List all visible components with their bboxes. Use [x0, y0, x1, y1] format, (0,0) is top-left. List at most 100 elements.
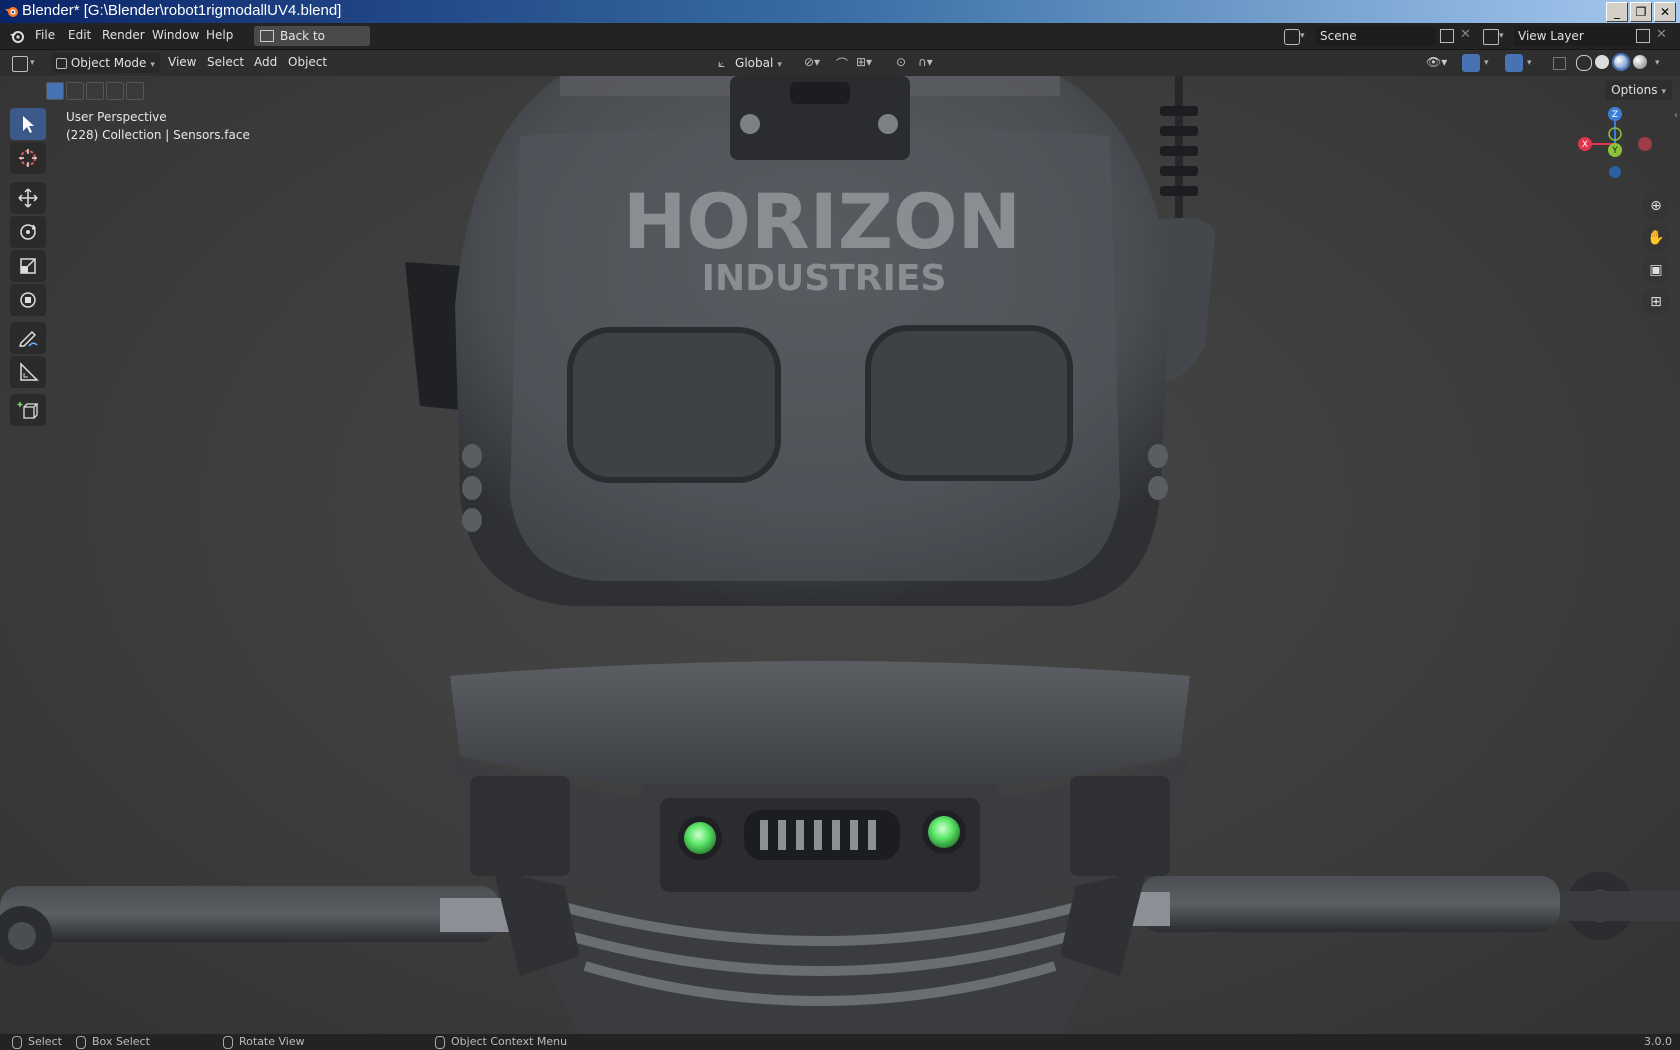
- chevron-down-icon: ▾: [777, 60, 782, 70]
- overlay-toggle-icon[interactable]: [1505, 54, 1523, 72]
- select-invert-icon[interactable]: [106, 82, 124, 100]
- orientation-icon: ⟀: [718, 56, 726, 70]
- back-to-previous-button[interactable]: Back to Previous: [254, 26, 370, 63]
- top-menu-bar: File Edit Render Window Help Back to Pre…: [0, 23, 1680, 63]
- scene-icon[interactable]: [1284, 29, 1300, 45]
- mouse-middle-icon: [223, 1035, 233, 1049]
- chevron-down-icon[interactable]: ▾: [1655, 58, 1660, 68]
- transform-icon: [20, 292, 36, 308]
- falloff-icon[interactable]: ∩▾: [918, 55, 933, 69]
- svg-text:Z: Z: [1612, 110, 1618, 120]
- object-mode-icon: [56, 58, 67, 69]
- viewport-collection-info: (228) Collection | Sensors.face: [66, 128, 250, 142]
- view-layer-field[interactable]: View Layer: [1514, 26, 1638, 46]
- selection-mode-group: [46, 82, 144, 100]
- new-view-layer-icon[interactable]: [1636, 29, 1650, 43]
- menu-edit[interactable]: Edit: [68, 28, 91, 42]
- zoom-icon[interactable]: ⊕: [1642, 192, 1670, 220]
- camera-icon[interactable]: ▣: [1642, 256, 1670, 284]
- measure-tool[interactable]: [10, 356, 46, 388]
- chevron-down-icon: ▾: [150, 60, 155, 70]
- menu-window[interactable]: Window: [152, 28, 199, 42]
- window-title: Blender* [G:\Blender\robot1rigmodallUV4.…: [22, 2, 342, 19]
- menu-render[interactable]: Render: [102, 28, 145, 42]
- move-tool[interactable]: [10, 182, 46, 214]
- maximize-button[interactable]: ❐: [1630, 2, 1652, 22]
- ruler-icon: [20, 362, 39, 381]
- crosshair-icon: [19, 149, 37, 167]
- status-rotate-view: Rotate View: [223, 1035, 305, 1049]
- transform-tool[interactable]: [10, 284, 46, 316]
- new-scene-icon[interactable]: [1440, 29, 1454, 43]
- wireframe-shading-icon[interactable]: [1576, 55, 1592, 71]
- options-dropdown[interactable]: Options ▾: [1605, 80, 1672, 100]
- mouse-drag-icon: [76, 1035, 86, 1049]
- gizmo-toggle-icon[interactable]: [1462, 54, 1480, 72]
- move-arrows-icon: [18, 188, 38, 208]
- select-new-icon[interactable]: [46, 82, 64, 100]
- snap-target-icon[interactable]: ⊞▾: [856, 55, 872, 69]
- minimize-button[interactable]: _: [1606, 2, 1628, 22]
- robot-logo-subtitle: INDUSTRIES: [702, 258, 947, 299]
- proportional-edit-icon[interactable]: ⊙: [896, 55, 906, 69]
- chevron-down-icon[interactable]: ▾: [1527, 58, 1532, 68]
- status-select: Select: [12, 1035, 62, 1049]
- blender-menu-icon[interactable]: [9, 28, 25, 44]
- xray-toggle-icon[interactable]: [1553, 57, 1566, 70]
- mouse-right-icon: [435, 1035, 445, 1049]
- cube-plus-icon: [17, 402, 39, 419]
- menu-view[interactable]: View: [168, 55, 196, 69]
- close-button[interactable]: ✕: [1654, 2, 1676, 22]
- pan-hand-icon[interactable]: ✋: [1642, 224, 1670, 252]
- navigation-gizmo[interactable]: Z X Y: [1570, 104, 1660, 184]
- status-box-select: Box Select: [76, 1035, 150, 1049]
- gizmo-neg-z-axis[interactable]: [1609, 166, 1621, 178]
- screen-icon: [260, 30, 274, 42]
- chevron-down-icon[interactable]: ▾: [1484, 58, 1489, 68]
- select-intersect-icon[interactable]: [126, 82, 144, 100]
- cursor-tool[interactable]: [10, 142, 46, 174]
- editor-type-icon[interactable]: [12, 56, 28, 72]
- snap-icon[interactable]: ⌒: [836, 55, 848, 72]
- rotate-tool[interactable]: [10, 216, 46, 248]
- delete-view-layer-icon[interactable]: ✕: [1656, 27, 1667, 42]
- delete-scene-icon[interactable]: ✕: [1460, 27, 1471, 42]
- window-titlebar: Blender* [G:\Blender\robot1rigmodallUV4.…: [0, 0, 1680, 23]
- robot-model: HORIZON INDUSTRIES: [0, 76, 1680, 1034]
- solid-shading-icon[interactable]: [1595, 55, 1609, 69]
- transform-orientation-dropdown[interactable]: ⟀ Global ▾: [718, 53, 790, 73]
- chevron-down-icon: ▾: [1300, 31, 1305, 41]
- menu-object[interactable]: Object: [288, 55, 327, 69]
- select-extend-icon[interactable]: [66, 82, 84, 100]
- 3d-viewport[interactable]: HORIZON INDUSTRIES User Perspective (228…: [0, 76, 1680, 1034]
- robot-logo-title: HORIZON: [623, 177, 1021, 266]
- status-context-menu: Object Context Menu: [435, 1035, 567, 1049]
- version-label: 3.0.0: [1644, 1035, 1672, 1048]
- annotate-tool[interactable]: [10, 322, 46, 354]
- cursor-arrow-icon: [23, 116, 34, 133]
- menu-help[interactable]: Help: [206, 28, 233, 42]
- chevron-down-icon: ▾: [30, 58, 35, 68]
- rotate-icon: [20, 224, 37, 240]
- add-cube-tool[interactable]: [10, 394, 46, 426]
- gizmo-neg-x-axis[interactable]: [1638, 137, 1652, 151]
- menu-select[interactable]: Select: [207, 55, 244, 69]
- viewport-perspective-label: User Perspective: [66, 110, 167, 124]
- visibility-icon[interactable]: 👁▾: [1426, 55, 1447, 69]
- sidebar-toggle-icon[interactable]: ‹: [1674, 110, 1678, 121]
- perspective-grid-icon[interactable]: ⊞: [1642, 288, 1670, 316]
- mouse-left-icon: [12, 1035, 22, 1049]
- pivot-point-icon[interactable]: ⊘▾: [804, 55, 820, 69]
- select-subtract-icon[interactable]: [86, 82, 104, 100]
- scale-tool[interactable]: [10, 250, 46, 282]
- scale-icon: [20, 258, 36, 274]
- select-box-tool[interactable]: [10, 108, 46, 140]
- scene-field[interactable]: Scene: [1316, 26, 1436, 46]
- view-layer-icon[interactable]: [1483, 29, 1499, 45]
- pencil-icon: [18, 330, 38, 347]
- menu-add[interactable]: Add: [254, 55, 277, 69]
- rendered-shading-icon[interactable]: [1633, 55, 1647, 69]
- menu-file[interactable]: File: [35, 28, 55, 42]
- material-preview-shading-icon[interactable]: [1612, 53, 1630, 71]
- mode-dropdown[interactable]: Object Mode ▾: [52, 53, 160, 73]
